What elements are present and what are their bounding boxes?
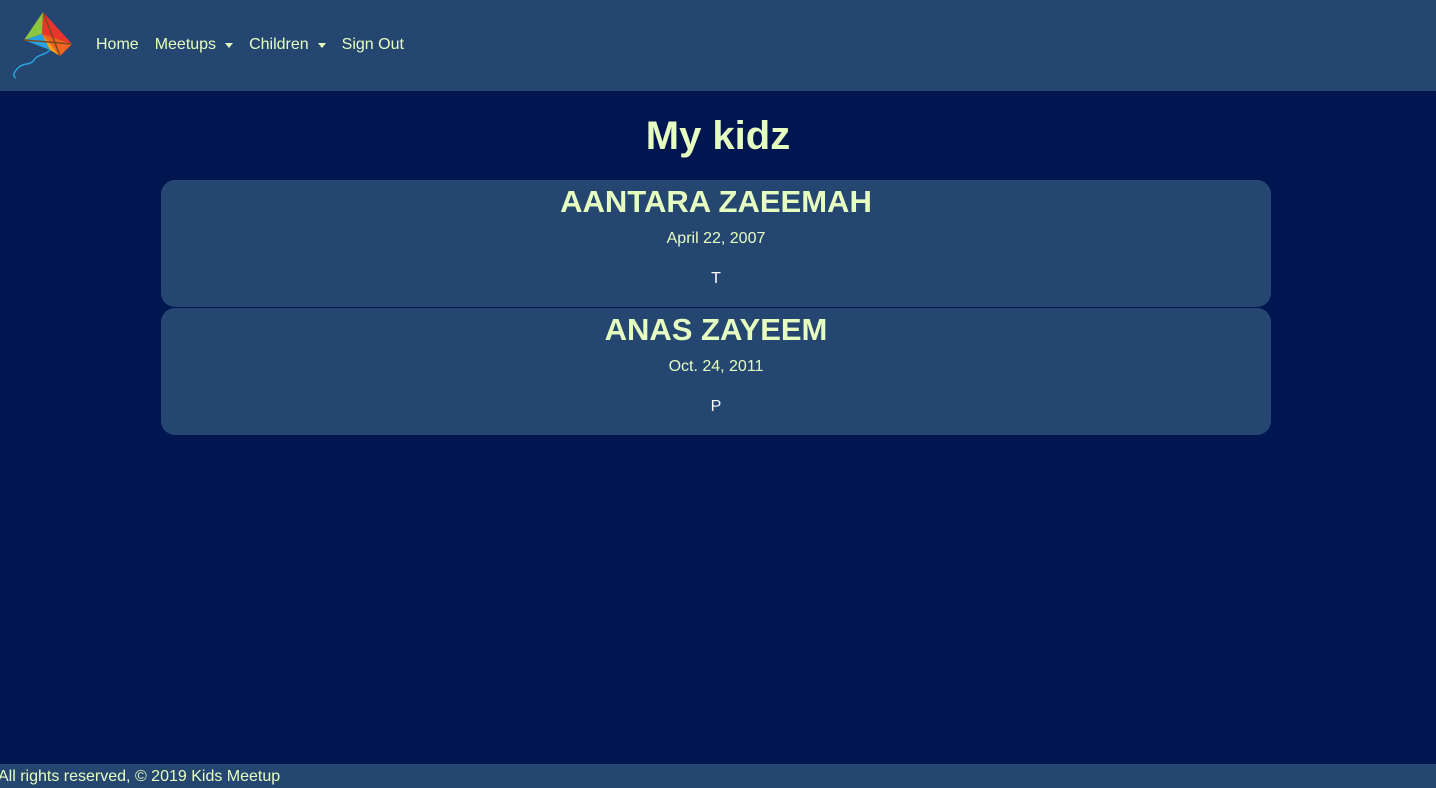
nav-item-children[interactable]: Children xyxy=(249,36,326,54)
child-card: AANTARA ZAEEMAH April 22, 2007 T xyxy=(161,180,1271,307)
navbar: Home Meetups Children Sign Out xyxy=(0,0,1436,91)
child-initial: T xyxy=(711,270,721,287)
nav-item-sign-out[interactable]: Sign Out xyxy=(342,36,404,54)
nav-item-home[interactable]: Home xyxy=(96,36,139,54)
child-name: ANAS ZAYEEM xyxy=(604,312,828,347)
nav-item-label: Home xyxy=(96,36,139,53)
child-birthdate: April 22, 2007 xyxy=(666,230,766,247)
kite-icon[interactable] xyxy=(10,10,74,82)
child-initial: P xyxy=(710,398,722,415)
nav-item-label: Children xyxy=(249,36,309,53)
nav-links: Home Meetups Children Sign Out xyxy=(88,34,412,56)
caret-down-icon xyxy=(225,43,234,48)
child-card: ANAS ZAYEEM Oct. 24, 2011 P xyxy=(161,308,1271,435)
footer: All rights reserved, © 2019 Kids Meetup xyxy=(0,764,1436,788)
child-birthdate: Oct. 24, 2011 xyxy=(668,358,764,375)
nav-item-meetups[interactable]: Meetups xyxy=(154,36,234,54)
footer-copyright: All rights reserved, © 2019 Kids Meetup xyxy=(0,768,281,785)
child-name: AANTARA ZAEEMAH xyxy=(560,184,872,219)
caret-down-icon xyxy=(317,43,326,48)
nav-item-label: Sign Out xyxy=(341,36,404,53)
page-title: My kidz xyxy=(645,114,791,158)
nav-item-label: Meetups xyxy=(154,36,217,53)
